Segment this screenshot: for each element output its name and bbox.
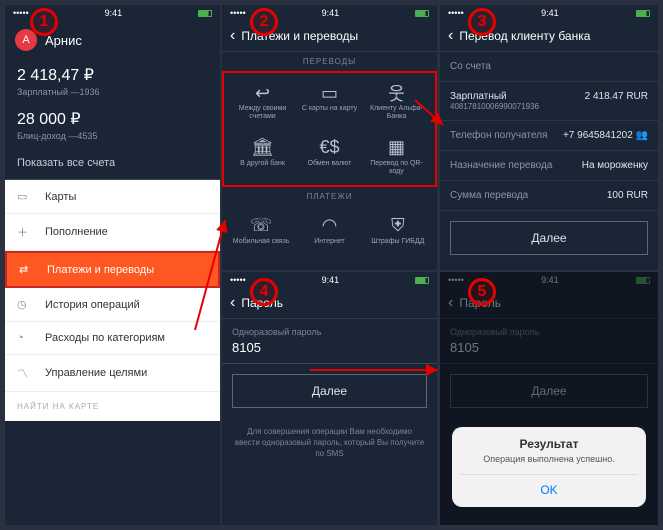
transfer-own[interactable]: ↩Между своими счетами: [230, 75, 295, 128]
swap-icon: ↩: [232, 81, 293, 105]
user-name: Арнис: [45, 33, 82, 48]
transfer-exchange[interactable]: €$Обмен валют: [297, 130, 362, 183]
battery-icon: [636, 277, 650, 284]
pay-internet[interactable]: ◠Интернет: [296, 208, 362, 252]
signal-icon: [230, 8, 246, 18]
transfer-client[interactable]: 웃Клиенту Альфа-Банка: [364, 75, 429, 128]
nav-payments[interactable]: ⇄Платежи и переводы: [5, 251, 220, 288]
alert-message: Операция выполнена успешно.: [460, 454, 638, 464]
next-button[interactable]: Далее: [450, 221, 648, 255]
sum-row[interactable]: Сумма перевода100 RUR: [440, 181, 658, 211]
section-payments: ПЛАТЕЖИ: [222, 187, 437, 206]
back-icon: ‹: [448, 294, 453, 312]
transfer-icon: ⇄: [19, 263, 37, 276]
step-badge-5: 5: [468, 278, 496, 306]
balance-2[interactable]: 28 000 ₽ Блиц-доход —4535: [5, 103, 220, 147]
account-number: 40817810006990071936: [450, 102, 539, 111]
balance-1[interactable]: 2 418,47 ₽ Зарплатный —1936: [5, 59, 220, 103]
wifi-icon: ◠: [298, 214, 360, 238]
currency-icon: €$: [299, 136, 360, 160]
step-badge-2: 2: [250, 8, 278, 36]
transfer-grid: ↩Между своими счетами ▭С карты на карту …: [222, 71, 437, 187]
next-button: Далее: [450, 374, 648, 408]
otp-input[interactable]: Одноразовый пароль 8105: [222, 319, 437, 364]
purpose-row[interactable]: Назначение переводаНа мороженку: [440, 151, 658, 181]
pay-fines[interactable]: ⛨Штрафы ГИБДД: [365, 208, 431, 252]
screen-payments: 9:41 ‹ Платежи и переводы ПЕРЕВОДЫ ↩Межд…: [222, 5, 437, 270]
nav-goals[interactable]: 〽Управление целями: [5, 355, 220, 392]
battery-icon: [198, 10, 212, 17]
input-value: 8105: [232, 340, 427, 355]
input-label: Одноразовый пароль: [232, 327, 427, 337]
step-badge-3: 3: [468, 8, 496, 36]
next-button[interactable]: Далее: [232, 374, 427, 408]
battery-icon: [415, 277, 429, 284]
clock-icon: ◷: [17, 298, 35, 311]
footer-link[interactable]: НАЙТИ НА КАРТЕ: [5, 392, 220, 421]
hint-text: Для совершения операции Вам необходимо в…: [222, 418, 437, 468]
section-transfers: ПЕРЕВОДЫ: [222, 52, 437, 71]
card-icon: ▭: [17, 190, 35, 203]
balance-amount: 2 418,47 ₽: [17, 65, 208, 85]
balance-sub: Блиц-доход —4535: [17, 131, 208, 141]
alert-ok-button[interactable]: OK: [460, 474, 638, 497]
screen-result: 9:41 ‹Пароль Одноразовый пароль 8105 Дал…: [440, 272, 658, 525]
otp-input: Одноразовый пароль 8105: [440, 319, 658, 364]
plus-icon: ＋: [17, 224, 35, 240]
chart-icon: 〽: [17, 365, 35, 381]
payments-grid: ☏Мобильная связь ◠Интернет ⛨Штрафы ГИБДД: [222, 206, 437, 254]
nav-history[interactable]: ◷История операций: [5, 288, 220, 322]
back-icon[interactable]: ‹: [230, 27, 235, 45]
battery-icon: [636, 10, 650, 17]
phone-icon: ☏: [230, 214, 292, 238]
account-balance: 2 418.47 RUR: [585, 91, 648, 111]
signal-icon: [13, 8, 29, 18]
status-time: 9:41: [105, 8, 123, 18]
show-all-accounts[interactable]: Показать все счета: [5, 147, 220, 180]
nav-topup[interactable]: ＋Пополнение: [5, 214, 220, 251]
pie-icon: ◔: [17, 332, 35, 344]
screen-home: 9:41 A Арнис 2 418,47 ₽ Зарплатный —1936…: [5, 5, 220, 525]
nav-list: ▭Карты ＋Пополнение ⇄Платежи и переводы ◷…: [5, 180, 220, 421]
nav-cards[interactable]: ▭Карты: [5, 180, 220, 214]
back-icon[interactable]: ‹: [230, 294, 235, 312]
contacts-icon[interactable]: 👥: [636, 130, 648, 141]
transfer-qr[interactable]: ▦Перевод по QR-коду: [364, 130, 429, 183]
account-name: Зарплатный: [450, 91, 539, 102]
transfer-card[interactable]: ▭С карты на карту: [297, 75, 362, 128]
bank-icon: 🏛: [232, 136, 293, 160]
pay-mobile[interactable]: ☏Мобильная связь: [228, 208, 294, 252]
transfer-bank[interactable]: 🏛В другой банк: [230, 130, 295, 183]
balance-amount: 28 000 ₽: [17, 109, 208, 129]
shield-icon: ⛨: [367, 214, 429, 238]
screen-transfer-form: 9:41 ‹Перевод клиенту банка Со счета Зар…: [440, 5, 658, 270]
phone-row[interactable]: Телефон получателя+7 9645841202 👥: [440, 121, 658, 151]
nav-expenses[interactable]: ◔Расходы по категориям: [5, 322, 220, 355]
step-badge-1: 1: [30, 8, 58, 36]
result-alert: Результат Операция выполнена успешно. OK: [452, 427, 646, 507]
signal-icon: [448, 275, 464, 285]
balance-sub: Зарплатный —1936: [17, 87, 208, 97]
account-row[interactable]: Зарплатный 40817810006990071936 2 418.47…: [440, 82, 658, 121]
back-icon[interactable]: ‹: [448, 27, 453, 45]
battery-icon: [415, 10, 429, 17]
screen-password: 9:41 ‹Пароль Одноразовый пароль 8105 Дал…: [222, 272, 437, 525]
signal-icon: [230, 275, 246, 285]
card-icon: ▭: [299, 81, 360, 105]
alert-title: Результат: [460, 437, 638, 451]
step-badge-4: 4: [250, 278, 278, 306]
qr-icon: ▦: [366, 136, 427, 160]
signal-icon: [448, 8, 464, 18]
account-label-row: Со счета: [440, 52, 658, 82]
person-icon: 웃: [366, 81, 427, 105]
